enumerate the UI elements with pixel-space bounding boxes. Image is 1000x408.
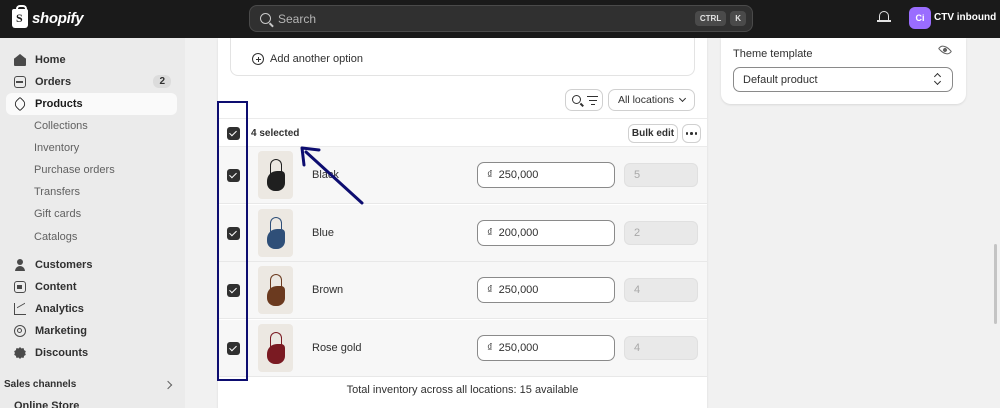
chevron-down-icon (678, 94, 687, 103)
price-input[interactable]: ₫ 250,000 (477, 277, 615, 303)
bag-body (267, 344, 285, 364)
sidebar-item-discounts[interactable]: Discounts (6, 342, 177, 364)
sales-channels-label: Sales channels (4, 379, 77, 390)
eye-icon[interactable] (937, 42, 953, 58)
filter-lines-icon (587, 96, 598, 108)
variant-thumbnail[interactable] (258, 266, 293, 314)
variant-name: Black (312, 169, 339, 181)
sidebar-item-transfers[interactable]: Transfers (6, 181, 177, 203)
variant-row[interactable]: Blue ₫ 200,000 2 (218, 205, 707, 262)
price-input[interactable]: ₫ 200,000 (477, 220, 615, 246)
variant-row[interactable]: Rose gold ₫ 250,000 4 (218, 320, 707, 377)
add-another-option-button[interactable]: Add another option (252, 53, 363, 65)
notification-bell-icon[interactable] (877, 11, 891, 24)
analytics-icon (14, 303, 26, 315)
variant-thumbnail[interactable] (258, 324, 293, 372)
variant-row[interactable]: Black ₫ 250,000 5 (218, 147, 707, 204)
selected-count: 4 selected (251, 128, 300, 139)
options-box: Add another option (230, 38, 695, 76)
sidebar-item-online-store[interactable]: Online Store (14, 400, 79, 408)
theme-template-select[interactable]: Default product (733, 67, 953, 92)
orders-count-badge: 2 (153, 75, 171, 88)
quantity-field: 4 (624, 278, 698, 302)
variant-checkbox[interactable] (227, 227, 240, 240)
search-input[interactable]: Search CTRL K (249, 5, 753, 32)
sidebar-item-collections[interactable]: Collections (6, 115, 177, 137)
shopify-logo[interactable]: shopify (12, 5, 84, 28)
variant-thumbnail[interactable] (258, 209, 293, 257)
select-all-checkbox[interactable] (227, 127, 240, 140)
price-input[interactable]: ₫ 250,000 (477, 162, 615, 188)
sidebar-item-customers[interactable]: Customers (6, 254, 177, 276)
tag-icon (12, 96, 28, 112)
sidebar-item-marketing[interactable]: Marketing (6, 320, 177, 342)
search-filter-button[interactable] (565, 89, 603, 111)
search-placeholder: Search (278, 11, 317, 26)
price-input[interactable]: ₫ 250,000 (477, 335, 615, 361)
store-name[interactable]: CTV inbound (934, 12, 996, 23)
variant-name: Brown (312, 284, 344, 296)
select-arrows-icon (935, 73, 941, 85)
home-icon (14, 54, 26, 66)
location-filter-dropdown[interactable]: All locations (608, 89, 695, 111)
variant-thumbnail[interactable] (258, 151, 293, 199)
variant-name: Blue (312, 227, 335, 239)
bag-body (267, 286, 285, 306)
sidebar-item-orders[interactable]: Orders 2 (6, 71, 177, 93)
variant-row[interactable]: Brown ₫ 250,000 4 (218, 262, 707, 319)
avatar[interactable]: Ci (909, 7, 931, 29)
sidebar-item-content[interactable]: Content (6, 276, 177, 298)
variant-checkbox[interactable] (227, 284, 240, 297)
sidebar-item-home[interactable]: Home (6, 49, 177, 71)
page-scrollbar[interactable] (994, 244, 997, 324)
bulk-edit-button[interactable]: Bulk edit (628, 124, 678, 143)
quantity-field: 2 (624, 221, 698, 245)
more-actions-button[interactable] (682, 124, 701, 143)
bag-body (267, 171, 285, 191)
selection-header: 4 selected Bulk edit (218, 118, 707, 147)
plus-circle-icon (252, 53, 264, 65)
shopify-bag-icon (12, 5, 28, 28)
theme-template-card: Theme template Default product (721, 38, 966, 104)
shortcut-ctrl: CTRL (694, 11, 727, 26)
variant-checkbox[interactable] (227, 169, 240, 182)
sidebar-item-products[interactable]: Products (6, 93, 177, 115)
total-inventory: Total inventory across all locations: 15… (346, 384, 579, 396)
sidebar: Home Orders 2 Products Collections Inven… (0, 38, 185, 408)
marketing-target-icon (14, 325, 26, 337)
content-icon (14, 281, 26, 293)
sidebar-item-purchase-orders[interactable]: Purchase orders (6, 159, 177, 181)
sidebar-item-gift-cards[interactable]: Gift cards (6, 203, 177, 225)
variants-card: Add another option All locations 4 selec… (218, 38, 707, 408)
quantity-field: 5 (624, 163, 698, 187)
theme-template-label: Theme template (733, 48, 813, 60)
variant-checkbox[interactable] (227, 342, 240, 355)
discount-icon (14, 347, 26, 359)
top-bar: shopify Search CTRL K Ci CTV inbound (0, 0, 1000, 38)
sidebar-item-inventory[interactable]: Inventory (6, 137, 177, 159)
person-icon (14, 259, 26, 271)
variant-name: Rose gold (312, 342, 362, 354)
search-icon (572, 95, 581, 104)
quantity-field: 4 (624, 336, 698, 360)
shortcut-k: K (730, 11, 746, 26)
sidebar-item-catalogs[interactable]: Catalogs (6, 226, 177, 248)
sidebar-item-analytics[interactable]: Analytics (6, 298, 177, 320)
orders-icon (14, 76, 26, 88)
chevron-right-icon[interactable] (163, 380, 173, 390)
search-icon (260, 13, 271, 24)
bag-body (267, 229, 285, 249)
